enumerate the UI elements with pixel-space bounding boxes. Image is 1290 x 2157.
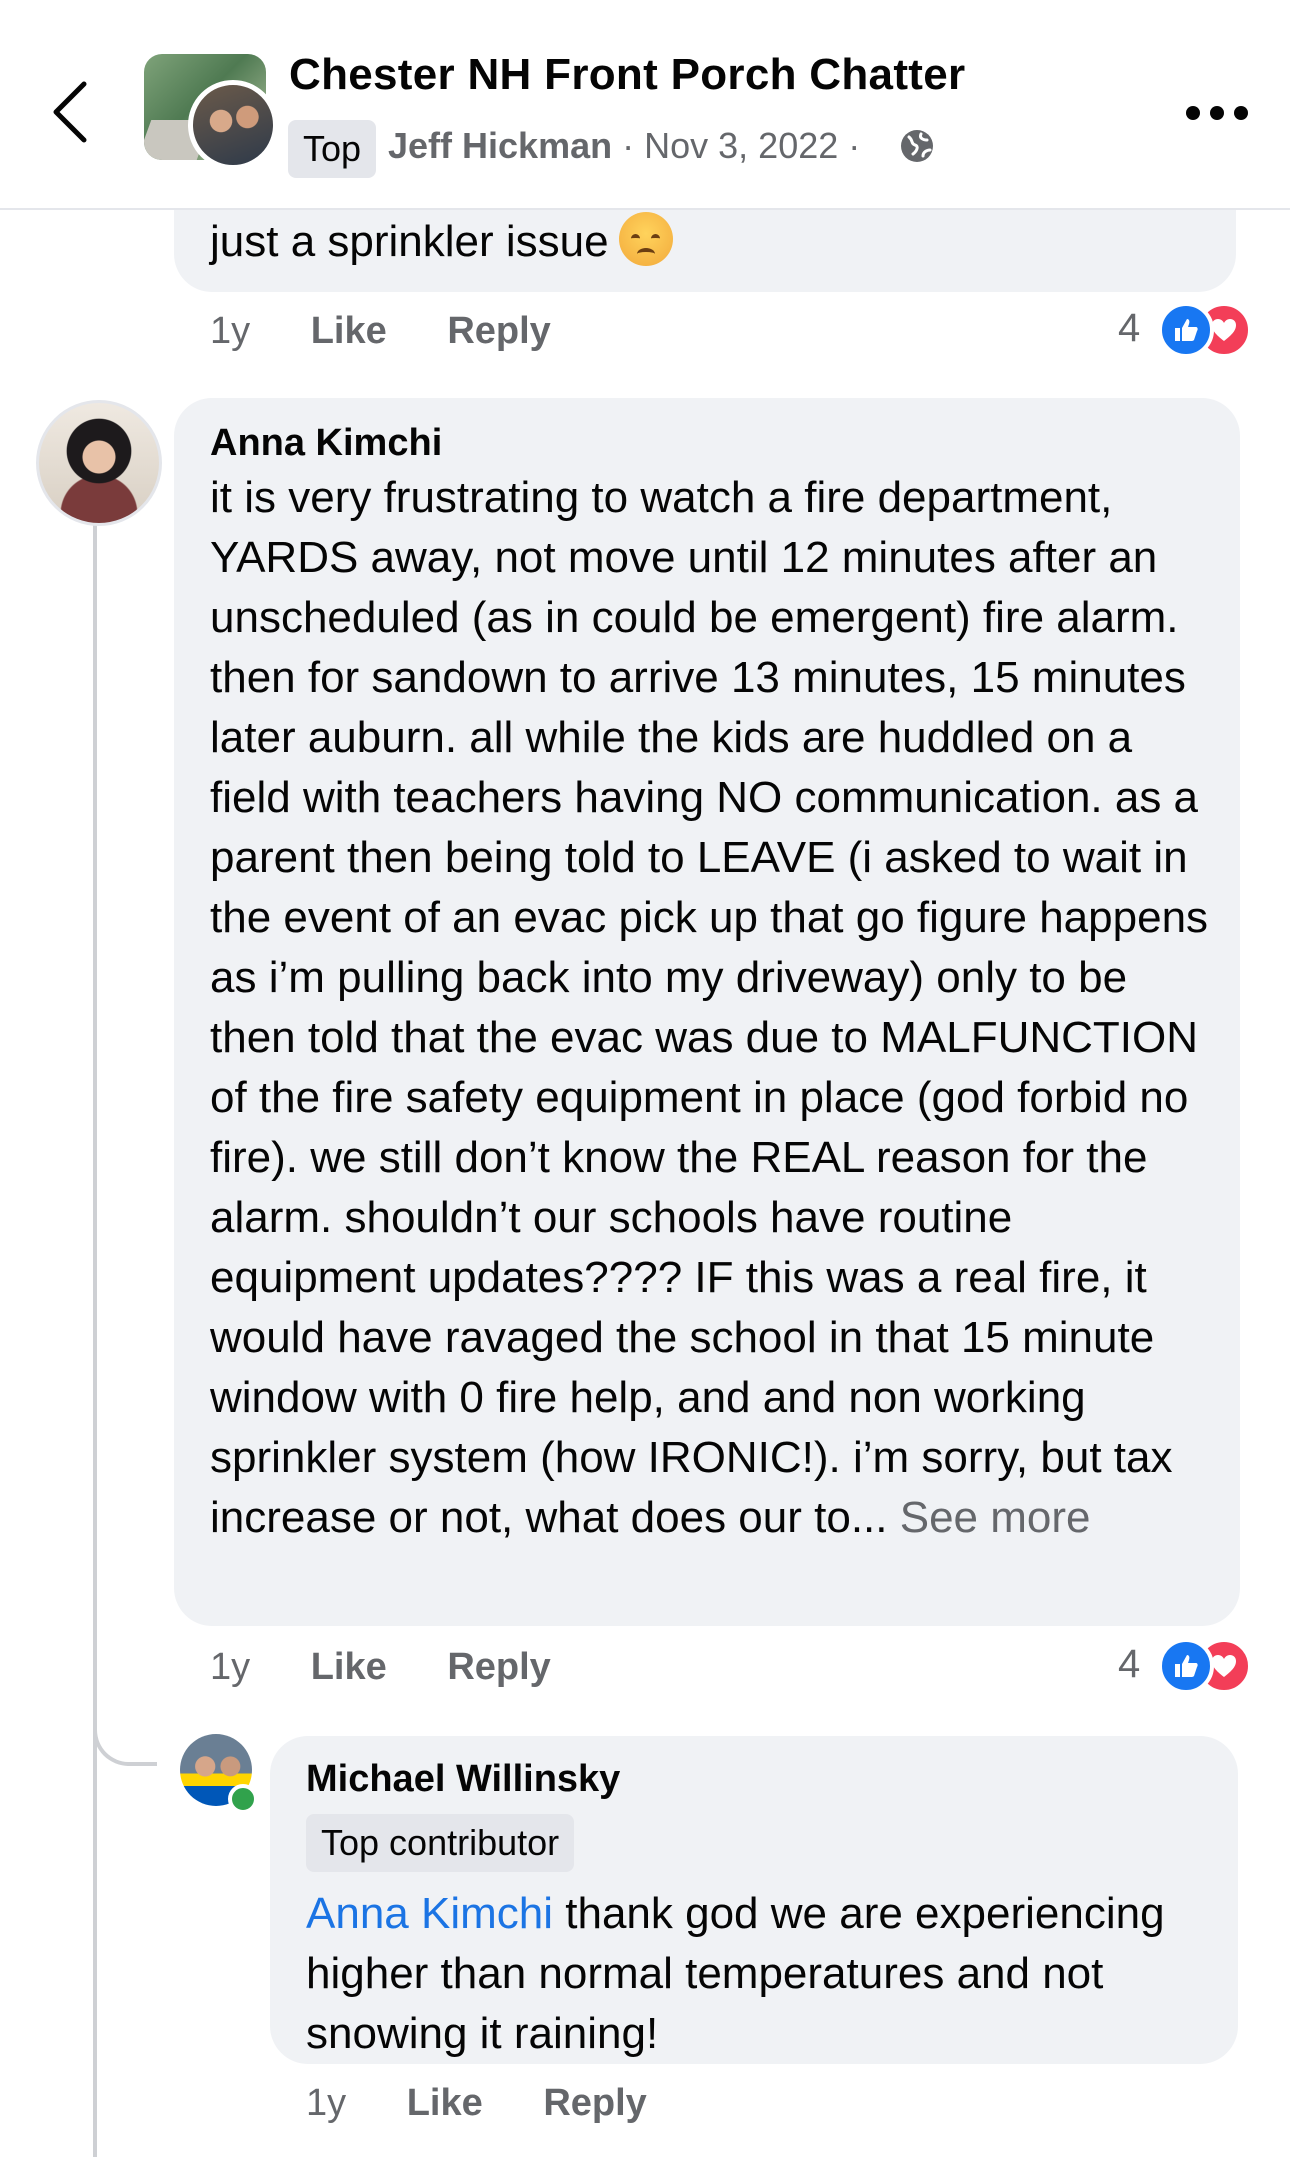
see-more-link[interactable]: See more <box>900 1493 1091 1542</box>
comment-actions: 1y Like Reply <box>210 306 551 356</box>
like-button[interactable]: Like <box>407 2082 483 2124</box>
mention-link[interactable]: Anna Kimchi <box>306 1889 553 1938</box>
reaction-summary[interactable]: 4 <box>1118 1638 1258 1694</box>
top-contributor-badge: Top contributor <box>306 1814 575 1872</box>
comment-body: just a sprinkler issue <box>210 217 609 266</box>
reply-button[interactable]: Reply <box>543 2082 646 2124</box>
comment-body: it is very frustrating to watch a fire d… <box>210 473 1209 1542</box>
post-header: Chester NH Front Porch Chatter Top Jeff … <box>0 0 1290 210</box>
thread-connector <box>93 1700 157 1766</box>
comment-actions: 1y Like Reply <box>306 2078 647 2128</box>
comment-text: Anna Kimchi thank god we are experiencin… <box>306 1884 1216 2064</box>
author-name[interactable]: Jeff Hickman <box>388 125 612 166</box>
online-status-indicator <box>228 1784 258 1814</box>
group-name[interactable]: Chester NH Front Porch Chatter <box>289 50 965 100</box>
thread-line <box>93 522 97 2157</box>
disappointed-face-icon <box>618 212 673 266</box>
author-avatar[interactable] <box>188 80 278 170</box>
more-dot <box>1234 106 1248 120</box>
reply-button[interactable]: Reply <box>447 1646 550 1688</box>
comment-time[interactable]: 1y <box>210 1646 250 1688</box>
like-reaction-icon <box>1158 1638 1214 1694</box>
more-horizontal-icon <box>1186 106 1200 120</box>
avatar[interactable] <box>36 400 162 526</box>
meta-separator: · <box>848 125 861 166</box>
top-badge: Top <box>288 120 377 178</box>
commenter-name[interactable]: Anna Kimchi <box>210 422 442 465</box>
more-dot <box>1210 106 1224 120</box>
comment-time[interactable]: 1y <box>306 2082 346 2124</box>
like-button[interactable]: Like <box>311 310 387 352</box>
reaction-summary[interactable]: 4 <box>1118 302 1258 358</box>
comment-text: it is very frustrating to watch a fire d… <box>210 468 1220 1548</box>
reaction-count: 4 <box>1118 1642 1141 1686</box>
post-date[interactable]: Nov 3, 2022 <box>644 125 838 166</box>
comment-bubble[interactable]: Anna Kimchi it is very frustrating to wa… <box>174 398 1240 1626</box>
comment-time[interactable]: 1y <box>210 310 250 352</box>
comment-actions: 1y Like Reply <box>210 1642 551 1692</box>
back-button[interactable] <box>44 72 100 152</box>
comment-text: just a sprinkler issue <box>210 212 673 272</box>
commenter-name[interactable]: Michael Willinsky <box>306 1758 620 1801</box>
meta-separator: · <box>622 125 635 166</box>
reply-bubble[interactable]: Michael Willinsky Top contributor Anna K… <box>270 1736 1238 2064</box>
reaction-count: 4 <box>1118 306 1141 350</box>
chevron-left-icon <box>53 81 87 143</box>
globe-icon <box>901 130 933 162</box>
like-button[interactable]: Like <box>311 1646 387 1688</box>
like-reaction-icon <box>1158 302 1214 358</box>
more-options-button[interactable] <box>1186 100 1250 130</box>
reply-button[interactable]: Reply <box>447 310 550 352</box>
post-meta: Jeff Hickman · Nov 3, 2022 · <box>388 120 860 172</box>
